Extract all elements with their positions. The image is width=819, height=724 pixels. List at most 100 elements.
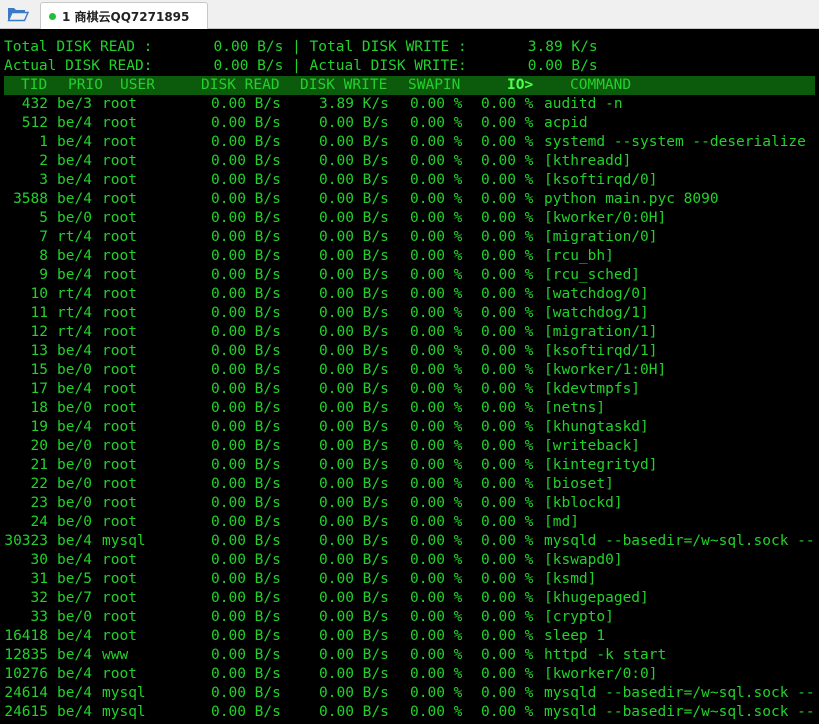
disk-read-cell: 0.00 B/s <box>211 362 281 378</box>
tid-cell: 15 <box>30 362 48 378</box>
command-cell: mysqld --basedir=/w~sql.sock -- <box>544 533 815 549</box>
user-cell: root <box>102 115 137 131</box>
command-cell: [kworker/0:0H] <box>544 210 667 226</box>
disk-read-cell: 0.00 B/s <box>211 666 281 682</box>
swapin-cell: 0.00 % <box>410 115 463 131</box>
disk-write-cell: 0.00 B/s <box>319 267 389 283</box>
io-cell: 0.00 % <box>481 590 534 606</box>
process-row: 13 be/4 root 0.00 B/s 0.00 B/s 0.00 % 0.00 % [k… <box>4 342 819 361</box>
disk-read-cell: 0.00 B/s <box>211 267 281 283</box>
io-cell: 0.00 % <box>481 685 534 701</box>
prio-cell: be/4 <box>57 628 92 644</box>
disk-read-cell: 0.00 B/s <box>211 305 281 321</box>
terminal-output[interactable]: Total DISK READ : 0.00 B/s | Total DISK … <box>0 29 819 724</box>
user-cell: root <box>102 400 137 416</box>
process-row: 10276 be/4 root 0.00 B/s 0.00 B/s 0.00 % 0.00 … <box>4 665 819 684</box>
total-disk-summary: Total DISK READ : 0.00 B/s | Total DISK … <box>4 39 598 55</box>
process-row: 12835 be/4 www 0.00 B/s 0.00 B/s 0.00 % 0.00 %… <box>4 646 819 665</box>
user-cell: root <box>102 495 137 511</box>
disk-read-cell: 0.00 B/s <box>211 172 281 188</box>
disk-write-cell: 0.00 B/s <box>319 381 389 397</box>
io-cell: 0.00 % <box>481 419 534 435</box>
header-disk-write: DISK WRITE <box>300 77 388 93</box>
command-cell: [kintegrityd] <box>544 457 658 473</box>
tid-cell: 512 <box>21 115 48 131</box>
command-cell: python main.pyc 8090 <box>544 191 719 207</box>
command-cell: acpid <box>544 115 588 131</box>
disk-read-cell: 0.00 B/s <box>211 153 281 169</box>
tab-session[interactable]: 1 商棋云QQ7271895 <box>40 2 208 29</box>
disk-write-cell: 0.00 B/s <box>319 305 389 321</box>
header-tid: TID <box>21 77 48 93</box>
disk-read-cell: 0.00 B/s <box>211 590 281 606</box>
command-cell: [kworker/0:0] <box>544 666 658 682</box>
process-row: 10 rt/4 root 0.00 B/s 0.00 B/s 0.00 % 0.00 % [w… <box>4 285 819 304</box>
swapin-cell: 0.00 % <box>410 229 463 245</box>
disk-write-cell: 0.00 B/s <box>319 324 389 340</box>
io-cell: 0.00 % <box>481 571 534 587</box>
tid-cell: 5 <box>39 210 48 226</box>
disk-write-cell: 0.00 B/s <box>319 286 389 302</box>
disk-read-cell: 0.00 B/s <box>211 229 281 245</box>
io-cell: 0.00 % <box>481 362 534 378</box>
disk-read-cell: 0.00 B/s <box>211 514 281 530</box>
disk-write-cell: 0.00 B/s <box>319 191 389 207</box>
swapin-cell: 0.00 % <box>410 476 463 492</box>
process-row: 19 be/4 root 0.00 B/s 0.00 B/s 0.00 % 0.00 % [k… <box>4 418 819 437</box>
user-cell: root <box>102 476 137 492</box>
tid-cell: 13 <box>30 343 48 359</box>
swapin-cell: 0.00 % <box>410 419 463 435</box>
prio-cell: rt/4 <box>57 305 92 321</box>
swapin-cell: 0.00 % <box>410 362 463 378</box>
user-cell: mysql <box>102 685 146 701</box>
tid-cell: 30323 <box>4 533 48 549</box>
disk-read-cell: 0.00 B/s <box>211 685 281 701</box>
disk-read-cell: 0.00 B/s <box>211 571 281 587</box>
tid-cell: 20 <box>30 438 48 454</box>
process-row: 33 be/0 root 0.00 B/s 0.00 B/s 0.00 % 0.00 % [c… <box>4 608 819 627</box>
prio-cell: be/7 <box>57 590 92 606</box>
io-cell: 0.00 % <box>481 191 534 207</box>
header-command: COMMAND <box>570 77 632 93</box>
io-cell: 0.00 % <box>481 248 534 264</box>
tab-title: 1 商棋云QQ7271895 <box>62 9 190 24</box>
process-row: 1 be/4 root 0.00 B/s 0.00 B/s 0.00 % 0.00 % sys… <box>4 133 819 152</box>
disk-read-cell: 0.00 B/s <box>211 533 281 549</box>
process-row: 15 be/0 root 0.00 B/s 0.00 B/s 0.00 % 0.00 % [k… <box>4 361 819 380</box>
io-cell: 0.00 % <box>481 457 534 473</box>
prio-cell: be/0 <box>57 457 92 473</box>
disk-write-cell: 0.00 B/s <box>319 248 389 264</box>
process-row: 30323 be/4 mysql 0.00 B/s 0.00 B/s 0.00 % 0.00… <box>4 532 819 551</box>
disk-read-cell: 0.00 B/s <box>211 191 281 207</box>
prio-cell: be/4 <box>57 666 92 682</box>
tab-bar: 1 商棋云QQ7271895 <box>0 0 819 29</box>
prio-cell: be/0 <box>57 438 92 454</box>
swapin-cell: 0.00 % <box>410 552 463 568</box>
prio-cell: be/4 <box>57 647 92 663</box>
swapin-cell: 0.00 % <box>410 286 463 302</box>
disk-write-cell: 0.00 B/s <box>319 134 389 150</box>
header-io-sort: IO> <box>507 77 534 93</box>
command-cell: [watchdog/0] <box>544 286 649 302</box>
swapin-cell: 0.00 % <box>410 305 463 321</box>
user-cell: root <box>102 153 137 169</box>
io-cell: 0.00 % <box>481 96 534 112</box>
tid-cell: 10276 <box>4 666 48 682</box>
swapin-cell: 0.00 % <box>410 343 463 359</box>
process-row: 12 rt/4 root 0.00 B/s 0.00 B/s 0.00 % 0.00 % [m… <box>4 323 819 342</box>
disk-read-cell: 0.00 B/s <box>211 476 281 492</box>
user-cell: root <box>102 362 137 378</box>
disk-read-cell: 0.00 B/s <box>211 210 281 226</box>
disk-read-cell: 0.00 B/s <box>211 134 281 150</box>
disk-write-cell: 0.00 B/s <box>319 115 389 131</box>
io-cell: 0.00 % <box>481 704 534 720</box>
user-cell: www <box>102 647 129 663</box>
prio-cell: be/0 <box>57 210 92 226</box>
disk-write-cell: 0.00 B/s <box>319 400 389 416</box>
tid-cell: 30 <box>30 552 48 568</box>
tid-cell: 432 <box>21 96 48 112</box>
user-cell: mysql <box>102 533 146 549</box>
user-cell: root <box>102 666 137 682</box>
folder-open-icon[interactable] <box>4 3 32 25</box>
user-cell: root <box>102 286 137 302</box>
